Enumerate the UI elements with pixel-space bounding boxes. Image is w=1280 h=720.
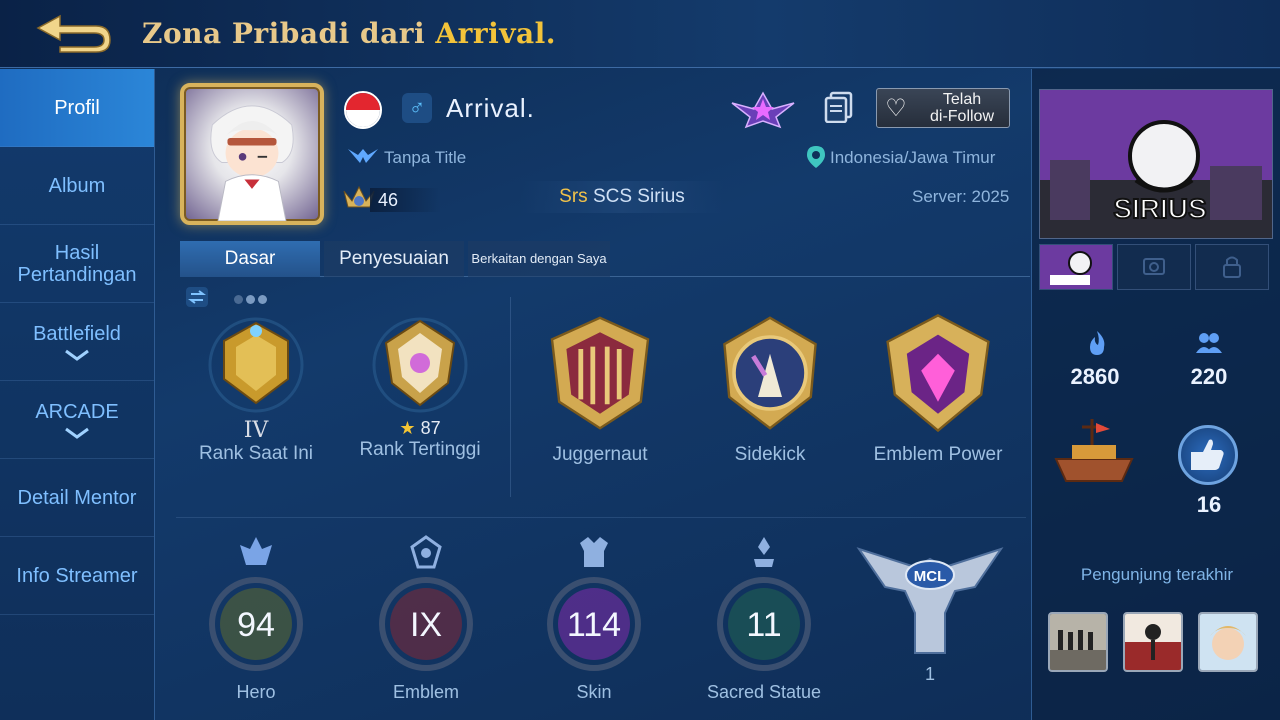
banner-thumbnail[interactable] — [1039, 244, 1113, 290]
player-level: 46 — [378, 190, 399, 210]
recent-visitors-label: Pengunjung terakhir — [1080, 565, 1234, 584]
tab-dasar[interactable]: Dasar — [180, 241, 320, 277]
male-gender-icon: ♂ — [402, 93, 432, 123]
stat-skin[interactable]: 114 Skin — [516, 535, 672, 703]
star-badge-icon[interactable] — [730, 89, 796, 129]
hero-icon — [240, 537, 272, 565]
title-wings-icon — [348, 149, 378, 163]
back-button[interactable] — [30, 10, 114, 56]
chevron-down-icon — [65, 427, 89, 439]
stat-hero[interactable]: 94 Hero — [178, 535, 334, 703]
player-title: Tanpa Title — [384, 148, 467, 167]
sidebar-item-album[interactable]: Album — [0, 147, 154, 225]
sidebar-item-battlefield[interactable]: Battlefield — [0, 303, 154, 381]
svg-text:MCL: MCL — [914, 568, 947, 585]
rank-highest-emblem-icon — [372, 317, 468, 413]
svg-text:SIRIUS: SIRIUS — [1113, 193, 1206, 224]
thumbs-up-icon — [1191, 439, 1224, 470]
heart-icon: ♡ — [885, 94, 907, 122]
stat-emblem[interactable]: IX Emblem — [348, 535, 504, 703]
sidebar: Profil Album Hasil Pertandingan Battlefi… — [0, 69, 155, 720]
rank-current[interactable]: IV Rank Saat Ini — [178, 313, 334, 465]
tab-penyesuaian[interactable]: Penyesuaian — [324, 241, 464, 277]
profile-main: ♂ Arrival. ♡ Telah di-Follow Tanpa Title … — [156, 69, 1030, 720]
tab-berkaitan-dengan-saya[interactable]: Berkaitan dengan Saya — [468, 241, 610, 277]
badge-sidekick[interactable]: Sidekick — [692, 313, 848, 466]
skin-icon — [580, 537, 608, 567]
emblem-power-badge-icon — [886, 314, 990, 433]
friends-count: 220 — [1190, 364, 1228, 389]
popularity-flame-icon — [1090, 331, 1105, 355]
cards-icon[interactable] — [824, 91, 854, 123]
visitor-avatar[interactable] — [1048, 612, 1108, 672]
profile-banner[interactable]: SIRIUS — [1039, 89, 1273, 239]
squad-name[interactable]: Srs SCS Sirius — [520, 181, 724, 213]
lock-icon — [1223, 256, 1241, 278]
badge-juggernaut[interactable]: Juggernaut — [522, 313, 678, 466]
like-button[interactable] — [1178, 425, 1238, 485]
player-name: Arrival. — [446, 93, 535, 123]
star-icon: ★ — [399, 418, 416, 438]
sidebar-item-profil[interactable]: Profil — [0, 69, 154, 147]
visitor-avatar-image — [1200, 614, 1256, 670]
camera-slot[interactable] — [1117, 244, 1191, 290]
stat-mcl[interactable]: MCL 1 — [852, 535, 1008, 685]
rank-current-emblem-icon — [208, 317, 304, 413]
statue-icon — [754, 537, 774, 567]
badge-emblem-power[interactable]: Emblem Power — [860, 313, 1016, 466]
sidebar-item-arcade[interactable]: ARCADE — [0, 381, 154, 459]
swap-icon[interactable] — [186, 287, 208, 307]
visitor-avatar-image — [1050, 614, 1106, 670]
indonesia-flag-icon — [344, 91, 382, 129]
page-indicator — [234, 291, 270, 309]
top-bar: Zona Pribadi dari Arrival. — [0, 0, 1280, 68]
server-id: Server: 2025 — [912, 187, 1010, 206]
sidebar-item-hasil-pertandingan[interactable]: Hasil Pertandingan — [0, 225, 154, 303]
camera-icon — [1143, 258, 1165, 275]
avatar-portrait — [210, 105, 294, 221]
player-location: Indonesia/Jawa Timur — [830, 148, 996, 167]
locked-slot[interactable] — [1195, 244, 1269, 290]
profile-tabs: Dasar Penyesuaian Berkaitan dengan Saya — [180, 241, 1030, 277]
ship-icon[interactable] — [1052, 415, 1136, 489]
sidekick-badge-icon — [723, 316, 817, 430]
sidebar-item-info-streamer[interactable]: Info Streamer — [0, 537, 154, 615]
follow-button[interactable]: ♡ Telah di-Follow — [876, 88, 1010, 128]
right-panel: SIRIUS 2860 220 16 Pengunjung terakhir — [1031, 69, 1280, 720]
sirius-banner-image: SIRIUS — [1040, 90, 1272, 238]
sirius-thumbnail-image — [1040, 245, 1112, 289]
visitor-avatar[interactable] — [1198, 612, 1258, 672]
avatar[interactable] — [180, 83, 324, 225]
page-title: Zona Pribadi dari Arrival. — [142, 17, 557, 50]
visitor-avatar-image — [1125, 614, 1181, 670]
sidebar-item-detail-mentor[interactable]: Detail Mentor — [0, 459, 154, 537]
popularity-count: 2860 — [1070, 364, 1120, 389]
location-pin-icon — [807, 146, 825, 168]
visitor-avatar[interactable] — [1123, 612, 1183, 672]
chevron-down-icon — [65, 349, 89, 361]
rank-highest[interactable]: ★ 87 Rank Tertinggi — [342, 313, 498, 461]
likes-count: 16 — [1196, 492, 1222, 517]
juggernaut-badge-icon — [550, 316, 650, 430]
mcl-trophy-icon: MCL — [856, 547, 1004, 654]
friends-icon — [1196, 333, 1222, 353]
stat-sacred-statue[interactable]: 11 Sacred Statue — [686, 535, 842, 703]
emblem-icon — [410, 535, 442, 569]
